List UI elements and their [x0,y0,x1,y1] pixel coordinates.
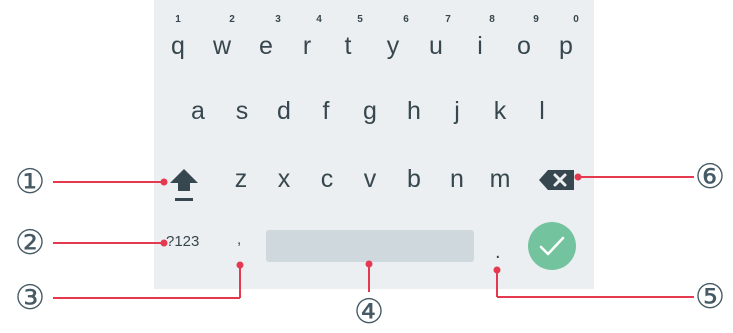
callout-2: ② [14,223,46,263]
callout-4: ④ [353,292,385,332]
callout-5: ⑤ [694,277,726,317]
callout-3: ③ [14,278,46,318]
callout-leader-lines [53,173,694,299]
callout-6: ⑥ [694,157,726,197]
callout-1: ① [14,162,46,202]
